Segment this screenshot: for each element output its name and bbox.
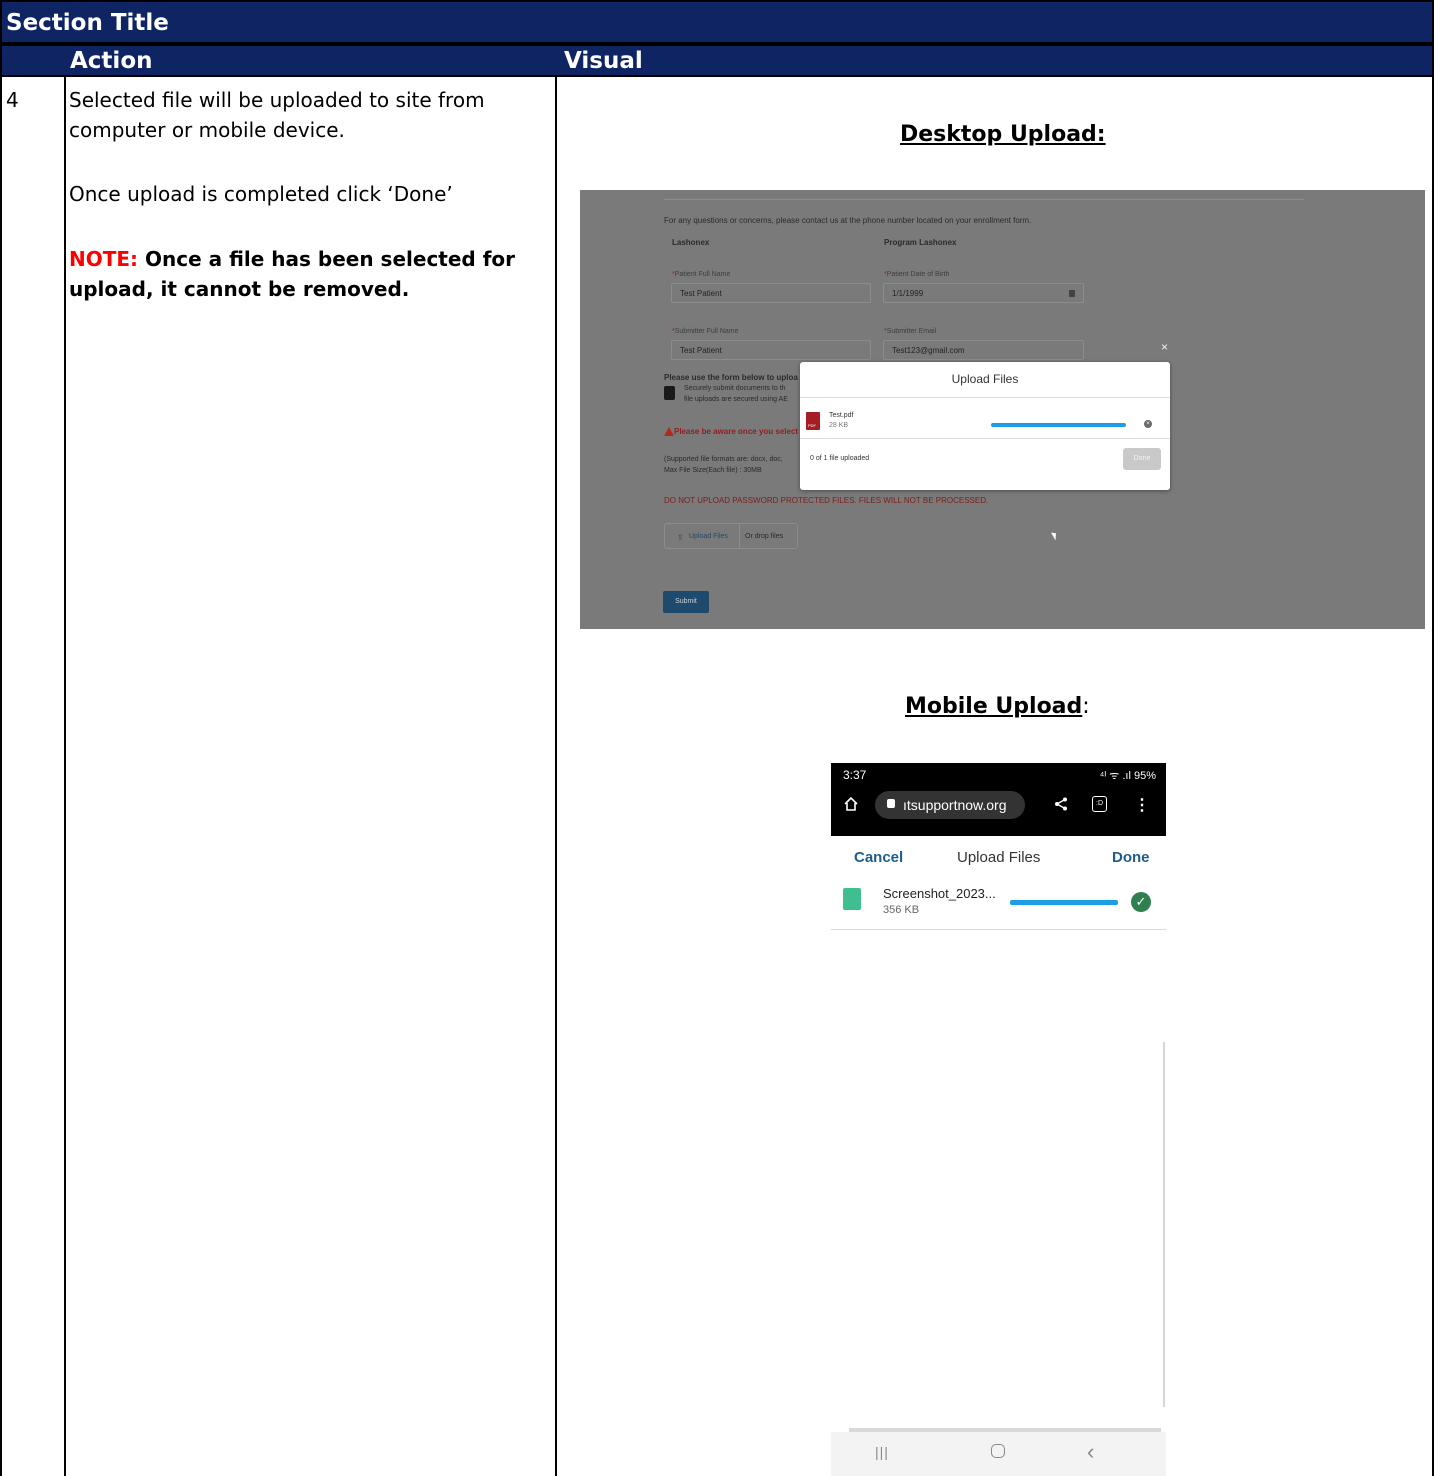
column-header-visual: Visual [564,48,643,74]
mobile-title: Upload Files [957,849,1041,866]
mobile-scrollbar[interactable] [1163,1042,1165,1407]
table-border-left [0,77,2,1476]
modal-file-name: Test.pdf [829,412,854,419]
submitter-name-label: *Submitter Full Name [672,328,739,335]
mobile-status-icons: ⁴ᴵ ᯤ .ıl 95% [1099,770,1156,782]
warning-line: Please be aware once you select [664,427,798,436]
mobile-row-divider [831,929,1166,930]
submitter-email-label: *Submitter Email [884,328,937,335]
modal-title: Upload Files [951,372,1019,386]
section-title-header: Section Title [0,0,1434,44]
action-line-2: computer or mobile device. [69,118,345,142]
column-header-row: Action Visual [0,44,1434,77]
home-nav-icon[interactable] [991,1444,1005,1458]
mobile-upload-heading: Mobile Upload: [905,694,1090,719]
modal-file-size: 28 KB [829,422,849,429]
row-number: 4 [6,88,19,112]
left-program-title: Lashonex [672,238,710,247]
upload-progress-bar [991,423,1126,427]
secure-text-2: file uploads are secured using AE [684,396,788,403]
recent-apps-icon[interactable]: ||| [875,1444,889,1460]
note-text-1: Once a file has been selected for [145,247,516,271]
warning-text: Please be aware once you select [674,427,799,436]
secure-text-1: Securely submit documents to th [684,385,786,392]
mobile-upload-heading-colon: : [1082,694,1090,719]
formats-text-1: (Supported file formats are: docx, doc, [664,456,783,463]
mobile-done-button[interactable]: Done [1112,849,1150,866]
submit-button[interactable]: Submit [663,591,709,613]
mobile-progress-bar [1010,900,1118,905]
mobile-nav-bar: ||| ‹ [831,1432,1166,1476]
formats-text-2: Max File Size(Each file) : 30MB [664,467,762,474]
calendar-icon[interactable] [1069,290,1075,297]
drop-files-label: Or drop files [745,533,784,540]
upload-files-modal: Upload Files PDF Test.pdf 28 KB × 0 of 1… [800,362,1170,490]
lock-icon [664,386,675,400]
modal-header-divider [800,397,1170,398]
column-divider-2 [555,77,557,1476]
modal-close-icon[interactable]: × [1161,340,1168,354]
top-divider [664,199,1304,200]
right-program-title: Program Lashonex [884,238,957,247]
mobile-cancel-button[interactable]: Cancel [854,849,903,866]
intro-text: For any questions or concerns, please co… [664,216,1032,225]
back-nav-icon[interactable]: ‹ [1087,1439,1094,1465]
mobile-url: ıtsupportnow.org [903,797,1007,813]
column-header-action: Action [70,48,153,74]
mobile-url-bar[interactable]: ıtsupportnow.org [875,791,1025,819]
mobile-time: 3:37 [843,768,867,782]
home-icon[interactable] [844,796,858,811]
desktop-upload-screenshot: For any questions or concerns, please co… [580,190,1425,629]
patient-name-input[interactable]: Test Patient [671,283,871,303]
patient-name-label: *Patient Full Name [672,271,731,278]
upload-files-button[interactable]: ⇪ Upload Files Or drop files [664,523,798,549]
upload-divider [739,524,740,548]
dob-label: *Patient Date of Birth [884,271,950,278]
section-title: Section Title [6,10,169,36]
cancel-file-icon[interactable]: × [1144,420,1152,428]
mobile-file-size: 356 KB [883,904,920,916]
note-label: NOTE: [69,247,139,271]
dob-value: 1/1/1999 [892,289,924,298]
mobile-status-bar: 3:37 ⁴ᴵ ᯤ .ıl 95% ıtsupportnow.org :D ⋮ [831,763,1166,836]
lock-icon [887,799,895,808]
pdf-file-icon: PDF [806,412,820,430]
no-password-warning: DO NOT UPLOAD PASSWORD PROTECTED FILES. … [664,496,989,505]
mobile-upload-heading-text: Mobile Upload [905,694,1083,719]
submitter-email-input[interactable]: Test123@gmail.com [883,340,1084,360]
modal-footer-divider [800,438,1170,439]
tabs-icon[interactable]: :D [1092,796,1107,812]
action-line-3: Once upload is completed click ‘Done’ [69,182,453,206]
upload-status-text: 0 of 1 file uploaded [810,455,870,462]
desktop-upload-heading: Desktop Upload: [900,122,1106,147]
dob-input[interactable]: 1/1/1999 [883,283,1084,303]
mouse-cursor-icon [1051,530,1059,541]
note-line-2: upload, it cannot be removed. [69,277,410,301]
mobile-file-name: Screenshot_2023... [883,886,996,901]
upload-files-label: Upload Files [689,533,728,540]
share-icon[interactable] [1054,797,1068,816]
mobile-upload-files-sheet: Cancel Upload Files Done Screenshot_2023… [831,836,1166,931]
upload-icon: ⇪ [677,533,684,542]
note-line-1: NOTE: Once a file has been selected for [69,245,515,273]
warning-icon [664,427,674,436]
document-page: Section Title Action Visual 4 Selected f… [0,0,1434,1476]
modal-done-button[interactable]: Done [1123,448,1161,470]
more-menu-icon[interactable]: ⋮ [1134,795,1150,815]
instructions-text: Please use the form below to uploa [664,373,798,382]
column-divider-1 [64,77,66,1476]
check-icon: ✓ [1131,892,1151,912]
submitter-name-input[interactable]: Test Patient [671,340,871,360]
image-file-icon [843,888,861,910]
action-line-1: Selected file will be uploaded to site f… [69,88,485,112]
